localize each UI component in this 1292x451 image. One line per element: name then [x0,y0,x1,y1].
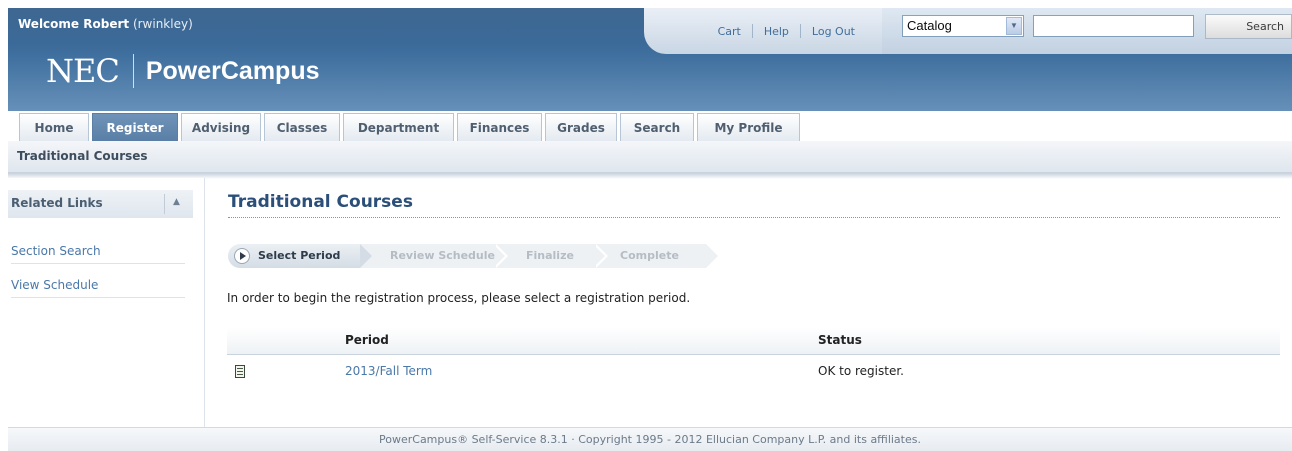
step-chevron [593,244,605,268]
sidebar-title: Related Links [11,196,103,210]
column-header-period: Period [345,333,389,347]
welcome-name: Welcome Robert [18,17,130,31]
sidebar-header-divider [164,194,165,214]
sidebar: Related Links ▲ Section Search View Sche… [8,178,205,435]
sidebar-link-section-search[interactable]: Section Search [11,244,101,258]
cart-link[interactable]: Cart [707,25,752,38]
sidebar-link-view-schedule[interactable]: View Schedule [11,278,98,292]
step-complete: Complete [620,249,679,262]
sidebar-header[interactable]: Related Links ▲ [8,190,193,218]
tab-my-profile[interactable]: My Profile [697,113,800,141]
subnav-item-traditional-courses[interactable]: Traditional Courses [17,149,148,163]
tab-classes[interactable]: Classes [264,113,340,141]
help-link[interactable]: Help [753,25,800,38]
tab-grades[interactable]: Grades [545,113,617,141]
main-tabs: Home Register Advising Classes Departmen… [19,113,803,141]
tab-department[interactable]: Department [343,113,454,141]
tab-register[interactable]: Register [92,113,178,141]
play-icon [234,248,250,264]
step-select-period: Select Period [258,249,341,262]
tab-finances[interactable]: Finances [457,113,542,141]
instruction-text: In order to begin the registration proce… [227,291,691,305]
period-status: OK to register. [818,364,904,378]
sidebar-divider [11,263,185,264]
sub-navigation: Traditional Courses [8,141,1292,173]
logo-mark: NEC [46,52,120,90]
search-button[interactable]: Search [1205,14,1292,39]
search-scope-select[interactable]: Catalog ▼ [902,15,1024,37]
sidebar-divider [11,297,185,298]
step-finalize: Finalize [526,249,574,262]
page-title: Traditional Courses [228,192,413,212]
collapse-arrow-icon[interactable]: ▲ [173,197,180,207]
registration-steps: Select Period Review Schedule Finalize C… [228,244,718,268]
logo-text: PowerCampus [145,56,320,85]
app-frame: Welcome Robert (rwinkley) NEC PowerCampu… [8,8,1292,451]
welcome-username: (rwinkley) [132,17,193,31]
header-banner: Welcome Robert (rwinkley) NEC PowerCampu… [8,8,1292,111]
step-chevron [706,244,718,268]
tab-home[interactable]: Home [19,113,89,141]
step-review-schedule: Review Schedule [390,249,495,262]
column-header-status: Status [818,333,862,347]
welcome-message: Welcome Robert (rwinkley) [18,17,193,31]
logo-separator [132,54,134,88]
footer: PowerCampus® Self-Service 8.3.1 · Copyri… [8,427,1292,451]
logout-link[interactable]: Log Out [801,25,866,38]
search-scope-value: Catalog [907,18,952,33]
step-chevron [360,244,372,268]
utility-links: Cart Help Log Out [644,8,882,54]
title-divider [228,217,1280,218]
period-link-2013-fall-term[interactable]: 2013/Fall Term [345,364,432,378]
chevron-down-icon[interactable]: ▼ [1006,17,1022,35]
tab-advising[interactable]: Advising [181,113,261,141]
search-input[interactable] [1033,15,1194,37]
logo[interactable]: NEC PowerCampus [46,51,320,91]
tab-search[interactable]: Search [620,113,694,141]
document-icon [235,365,245,378]
periods-table-header: Period Status [227,327,1280,355]
search-bar: Catalog ▼ Search [882,8,1292,54]
